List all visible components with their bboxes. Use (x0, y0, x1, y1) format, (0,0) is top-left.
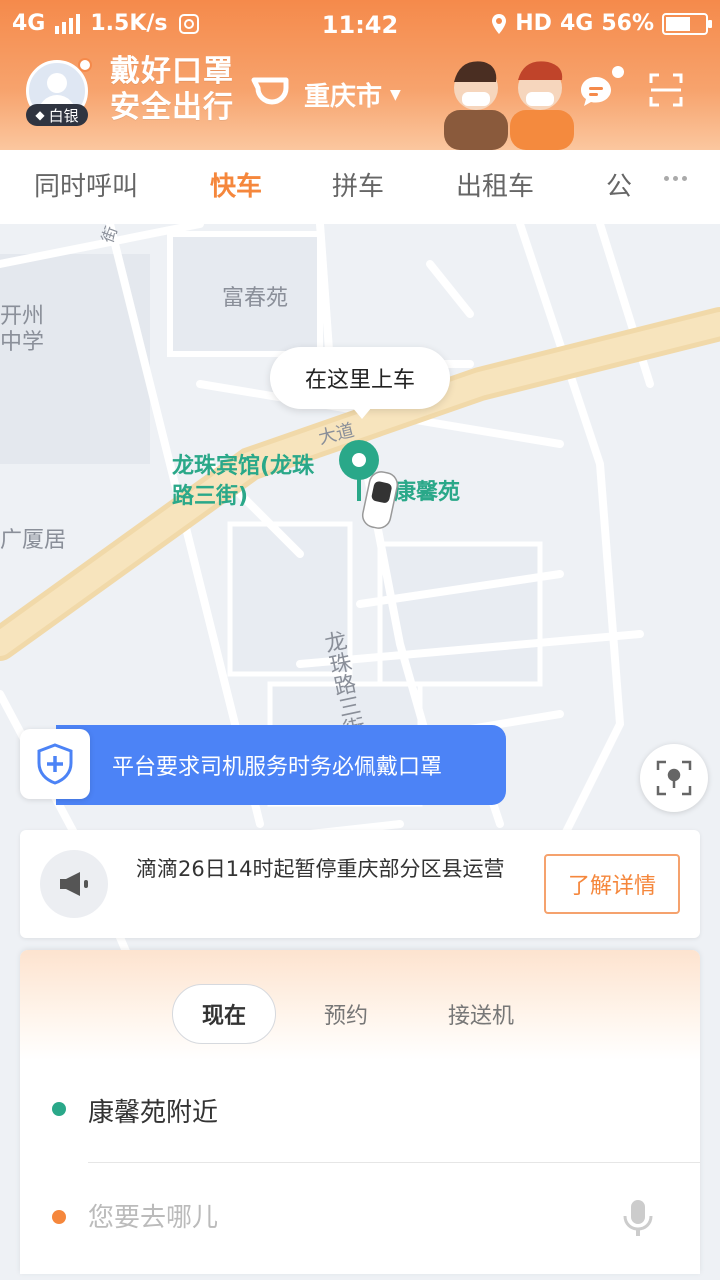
message-icon[interactable] (578, 74, 614, 110)
city-label: 重庆市 (304, 82, 383, 112)
origin-field[interactable]: 康馨苑附近 (88, 1092, 218, 1129)
notice-card: 滴滴26日14时起暂停重庆部分区县运营 了解详情 (20, 830, 700, 938)
hd-indicator: HD (515, 11, 552, 36)
origin-dot-icon (52, 1102, 66, 1116)
header: 4G 1.5K/s 11:42 HD 4G 56% ◆ 白银 戴好口罩 安全出行… (0, 0, 720, 150)
map-label-fuchunyuan: 富春苑 (222, 286, 289, 311)
tab-partial[interactable]: 公 (606, 166, 632, 203)
learn-more-button[interactable]: 了解详情 (544, 854, 680, 914)
pickup-pin-icon (339, 440, 379, 501)
slogan-line-1: 戴好口罩 (110, 54, 234, 89)
locate-button[interactable] (640, 744, 708, 812)
map-label-guangxia: 广厦居 (0, 528, 67, 553)
slogan: 戴好口罩 安全出行 (110, 54, 234, 126)
location-icon (492, 13, 507, 34)
safety-shield-button[interactable] (20, 729, 90, 799)
status-bar: 4G 1.5K/s 11:42 HD 4G 56% (0, 0, 720, 50)
mask-requirement-banner[interactable]: 平台要求司机服务时务必佩戴口罩 (56, 725, 506, 805)
notice-text: 滴滴26日14时起暂停重庆部分区县运营 (136, 857, 505, 881)
city-selector[interactable]: 重庆市 ▼ (304, 76, 401, 113)
locate-icon (656, 760, 692, 796)
service-tabs: 同时呼叫 快车 拼车 出租车 公 (0, 150, 720, 224)
more-icon[interactable] (664, 176, 687, 181)
poi-longzhu-hotel-line1: 龙珠宾馆(龙珠 (172, 454, 315, 479)
booking-panel: 现在 预约 接送机 康馨苑附近 (20, 950, 700, 1274)
didi-logo-icon (251, 77, 289, 105)
member-badge-label: 白银 (48, 106, 79, 125)
tab-taxi[interactable]: 出租车 (456, 166, 534, 203)
divider (88, 1162, 700, 1163)
announcement-icon (40, 850, 108, 918)
pickup-bubble[interactable]: 在这里上车 (270, 347, 450, 419)
microphone-icon[interactable] (620, 1198, 656, 1238)
avatar-notification-dot (78, 58, 92, 72)
destination-dot-icon (52, 1210, 66, 1224)
mode-now[interactable]: 现在 (172, 984, 276, 1044)
network-type-2: 4G (559, 11, 594, 36)
battery-icon (662, 12, 712, 35)
map-label-middle-school: 中学 (0, 330, 45, 355)
masked-people-illustration (444, 61, 574, 150)
poi-kangxin-label: 康馨苑 (394, 480, 461, 505)
poi-longzhu-hotel-line2: 路三街) (172, 484, 249, 509)
member-badge[interactable]: ◆ 白银 (26, 104, 88, 126)
tab-simultaneous-call[interactable]: 同时呼叫 (34, 166, 138, 203)
mode-reserve[interactable]: 预约 (324, 998, 368, 1030)
caret-down-icon: ▼ (390, 86, 401, 103)
mode-airport[interactable]: 接送机 (448, 998, 514, 1030)
poi-longzhu-hotel[interactable]: 龙珠宾馆(龙珠 路三街) (172, 452, 314, 512)
diamond-icon: ◆ (35, 108, 45, 122)
scan-icon[interactable] (648, 72, 684, 108)
tab-carpool[interactable]: 拼车 (332, 166, 384, 203)
slogan-line-2: 安全出行 (110, 90, 234, 125)
message-notification-dot (612, 66, 624, 78)
shield-icon (37, 743, 73, 785)
battery-percent: 56% (601, 11, 654, 36)
destination-input[interactable] (88, 1198, 608, 1238)
tab-express[interactable]: 快车 (210, 166, 262, 203)
